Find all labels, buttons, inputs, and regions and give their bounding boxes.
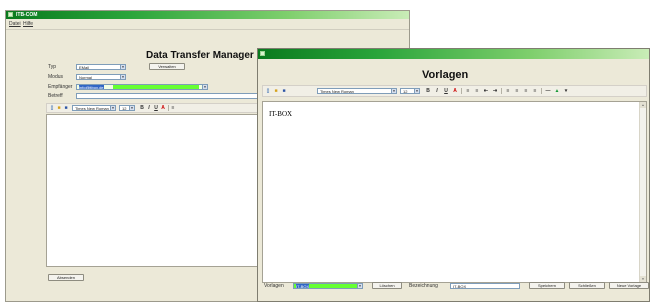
page-title: Data Transfer Manager xyxy=(146,50,254,61)
bezeichnung-label: Bezeichnung xyxy=(409,283,438,289)
save-icon[interactable]: ■ xyxy=(281,88,287,94)
speichern-button[interactable]: Speichern xyxy=(529,282,565,289)
modus-select[interactable]: Normal ▼ xyxy=(76,74,126,80)
toolbar-separator xyxy=(541,88,542,94)
bullet-list-icon[interactable]: ≡ xyxy=(170,105,176,111)
font-size-select[interactable]: 12 ▼ xyxy=(119,105,135,111)
app-icon xyxy=(260,51,265,56)
insert-image-icon[interactable]: ▲ xyxy=(554,88,560,94)
vorlagen-titlebar[interactable] xyxy=(258,49,649,59)
scroll-up-icon[interactable]: ▲ xyxy=(640,102,646,108)
font-family-select[interactable]: Times New Roman ▼ xyxy=(72,105,116,111)
italic-icon[interactable]: I xyxy=(434,88,440,94)
message-editor[interactable] xyxy=(46,114,266,267)
absenden-button[interactable]: Absenden xyxy=(48,274,84,281)
indent-icon[interactable]: ⇥ xyxy=(492,88,498,94)
betreff-label: Betreff xyxy=(48,93,63,99)
open-folder-icon[interactable]: ■ xyxy=(273,88,279,94)
vorlagen-heading: Vorlagen xyxy=(422,69,469,81)
italic-icon[interactable]: I xyxy=(146,105,152,111)
chevron-down-icon: ▼ xyxy=(120,75,125,79)
chevron-down-icon: ▼ xyxy=(110,106,115,110)
modus-label: Modus xyxy=(48,74,64,80)
chevron-down-icon[interactable]: ▾ xyxy=(563,88,569,94)
open-folder-icon[interactable]: ■ xyxy=(56,105,62,111)
empfaenger-select[interactable]: info@itbox.de ▼ xyxy=(76,84,208,90)
numbered-list-icon[interactable]: ≡ xyxy=(474,88,480,94)
chevron-down-icon: ▼ xyxy=(391,89,396,93)
editor-text: IT-BOX xyxy=(269,110,293,118)
typ-label: Typ xyxy=(48,64,57,70)
vorlagen-editor[interactable]: IT-BOX ▲ ▼ xyxy=(262,101,647,283)
vorlagen-window: Vorlagen ▯ ■ ■ Times New Roman ▼ 12 ▼ B I … xyxy=(257,48,650,302)
font-color-icon[interactable]: A xyxy=(452,88,458,94)
verwalten-button[interactable]: Verwalten xyxy=(149,63,185,70)
toolbar-separator xyxy=(168,105,169,111)
underline-icon[interactable]: U xyxy=(153,105,159,111)
chevron-down-icon: ▼ xyxy=(357,284,362,288)
align-left-icon[interactable]: ≡ xyxy=(505,88,511,94)
font-color-icon[interactable]: A xyxy=(160,105,166,111)
chevron-down-icon: ▼ xyxy=(120,65,125,69)
underline-icon[interactable]: U xyxy=(443,88,449,94)
bezeichnung-input[interactable]: IT-BOX xyxy=(450,283,520,289)
main-editor-toolbar: ▯ ■ ■ Times New Roman ▼ 12 ▼ B I U A ≡ xyxy=(46,103,266,113)
align-right-icon[interactable]: ≡ xyxy=(523,88,529,94)
new-document-icon[interactable]: ▯ xyxy=(265,88,271,94)
toolbar-separator xyxy=(501,88,502,94)
font-family-select[interactable]: Times New Roman ▼ xyxy=(317,88,397,94)
align-justify-icon[interactable]: ≡ xyxy=(532,88,538,94)
chevron-down-icon: ▼ xyxy=(129,106,134,110)
neue-vorlage-button[interactable]: Neue Vorlage xyxy=(609,282,649,289)
bold-icon[interactable]: B xyxy=(425,88,431,94)
typ-select[interactable]: EMail ▼ xyxy=(76,64,126,70)
menu-datei[interactable]: Datei xyxy=(9,19,21,29)
app-icon xyxy=(8,12,13,17)
vorlagen-select[interactable]: IT-BOX ▼ xyxy=(293,283,363,289)
main-window-title: ITB-COM xyxy=(16,12,38,18)
vertical-scrollbar[interactable]: ▲ ▼ xyxy=(639,102,646,282)
bullet-list-icon[interactable]: ≡ xyxy=(465,88,471,94)
toolbar-separator xyxy=(461,88,462,94)
schliessen-button[interactable]: Schließen xyxy=(569,282,605,289)
empfaenger-label: Empfänger xyxy=(48,84,73,90)
menu-hilfe[interactable]: Hilfe xyxy=(23,19,33,29)
vorlagen-editor-toolbar: ▯ ■ ■ Times New Roman ▼ 12 ▼ B I U A ≡ ≡ ⇤… xyxy=(262,85,647,97)
horizontal-rule-icon[interactable]: — xyxy=(545,88,551,94)
font-size-select[interactable]: 12 ▼ xyxy=(400,88,420,94)
chevron-down-icon: ▼ xyxy=(414,89,419,93)
bold-icon[interactable]: B xyxy=(139,105,145,111)
save-icon[interactable]: ■ xyxy=(63,105,69,111)
main-titlebar[interactable]: ITB-COM xyxy=(6,11,409,19)
align-center-icon[interactable]: ≡ xyxy=(514,88,520,94)
menubar: Datei Hilfe xyxy=(6,19,409,30)
vorlagen-label: Vorlagen xyxy=(264,283,284,289)
loeschen-button[interactable]: Löschen xyxy=(372,282,402,289)
outdent-icon[interactable]: ⇤ xyxy=(483,88,489,94)
chevron-down-icon: ▼ xyxy=(202,85,207,89)
new-document-icon[interactable]: ▯ xyxy=(49,105,55,111)
